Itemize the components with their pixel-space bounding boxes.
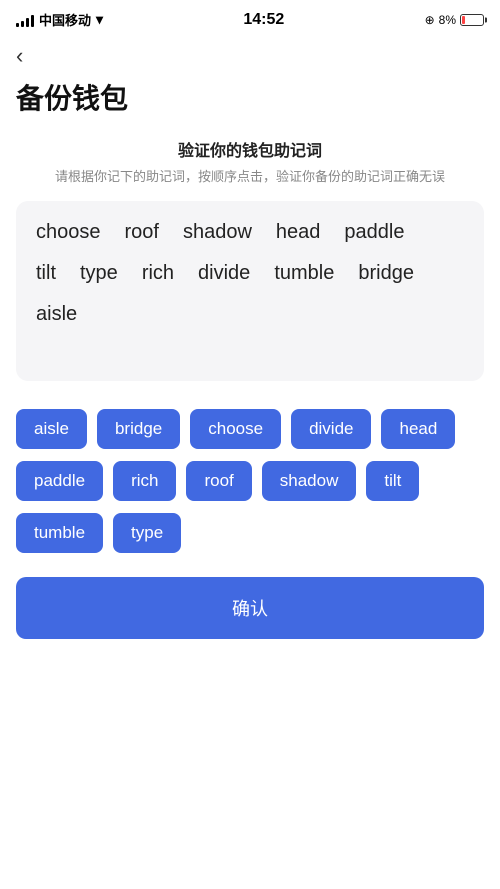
- display-word: choose: [36, 221, 101, 244]
- carrier-signal: 中国移动 ▾: [16, 10, 103, 29]
- section-heading: 验证你的钱包助记词: [0, 137, 500, 161]
- word-chip[interactable]: shadow: [262, 461, 357, 501]
- word-chip[interactable]: head: [381, 409, 455, 449]
- word-chip[interactable]: type: [113, 513, 181, 553]
- word-display-box: choose roof shadow head paddle tilt type rich di…: [16, 201, 484, 381]
- wifi-icon: ▾: [96, 11, 103, 28]
- word-chip[interactable]: divide: [291, 409, 371, 449]
- display-word: paddle: [344, 221, 404, 244]
- battery-area: ⊕ 8%: [425, 13, 484, 27]
- confirm-button[interactable]: 确认: [16, 577, 484, 639]
- display-word: type: [80, 262, 118, 285]
- word-display-row-1: choose roof shadow head paddle tilt type rich di…: [36, 221, 464, 336]
- display-word: rich: [142, 262, 174, 285]
- word-chip[interactable]: paddle: [16, 461, 103, 501]
- display-word: bridge: [358, 262, 414, 285]
- word-chip[interactable]: rich: [113, 461, 176, 501]
- display-word: divide: [198, 262, 250, 285]
- display-word: tumble: [274, 262, 334, 285]
- carrier-name: 中国移动: [39, 10, 91, 29]
- back-button[interactable]: ‹: [0, 35, 39, 73]
- word-chip[interactable]: tilt: [366, 461, 419, 501]
- display-word: shadow: [183, 221, 252, 244]
- word-chip[interactable]: bridge: [97, 409, 180, 449]
- chips-container: aislebridgechoosedividehead paddlerichroo…: [0, 409, 500, 553]
- word-chip[interactable]: aisle: [16, 409, 87, 449]
- section-desc: 请根据你记下的助记词，按顺序点击，验证你备份的助记词正确无误: [0, 167, 500, 187]
- signal-icon: [16, 13, 34, 27]
- battery-icon: ⊕: [425, 13, 435, 27]
- status-time: 14:52: [243, 11, 284, 29]
- display-word: head: [276, 221, 321, 244]
- display-word: roof: [125, 221, 159, 244]
- display-word: tilt: [36, 262, 56, 285]
- page-title: 备份钱包: [0, 73, 500, 137]
- battery-fill: [462, 16, 465, 24]
- display-word: aisle: [36, 303, 77, 326]
- battery-percent: 8%: [439, 13, 456, 27]
- word-chip[interactable]: tumble: [16, 513, 103, 553]
- status-bar: 中国移动 ▾ 14:52 ⊕ 8%: [0, 0, 500, 35]
- battery-box: [460, 14, 484, 26]
- word-chip[interactable]: choose: [190, 409, 281, 449]
- word-chip[interactable]: roof: [186, 461, 251, 501]
